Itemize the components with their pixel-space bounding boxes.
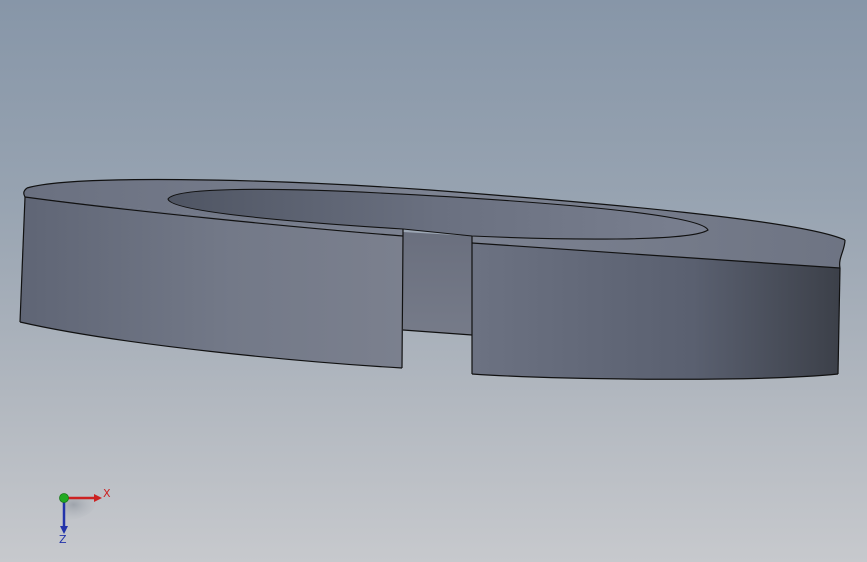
graphics-viewport[interactable]: X Z — [0, 0, 867, 562]
reference-triad[interactable]: X Z — [46, 480, 116, 550]
x-axis-arrowhead — [94, 494, 102, 502]
z-axis-label: Z — [59, 533, 67, 546]
split-washer-model[interactable] — [0, 0, 867, 562]
y-axis-dot — [59, 493, 69, 503]
triad-shadow — [64, 498, 97, 520]
x-axis-label: X — [103, 487, 111, 500]
inner-wall-through-gap — [403, 232, 472, 335]
